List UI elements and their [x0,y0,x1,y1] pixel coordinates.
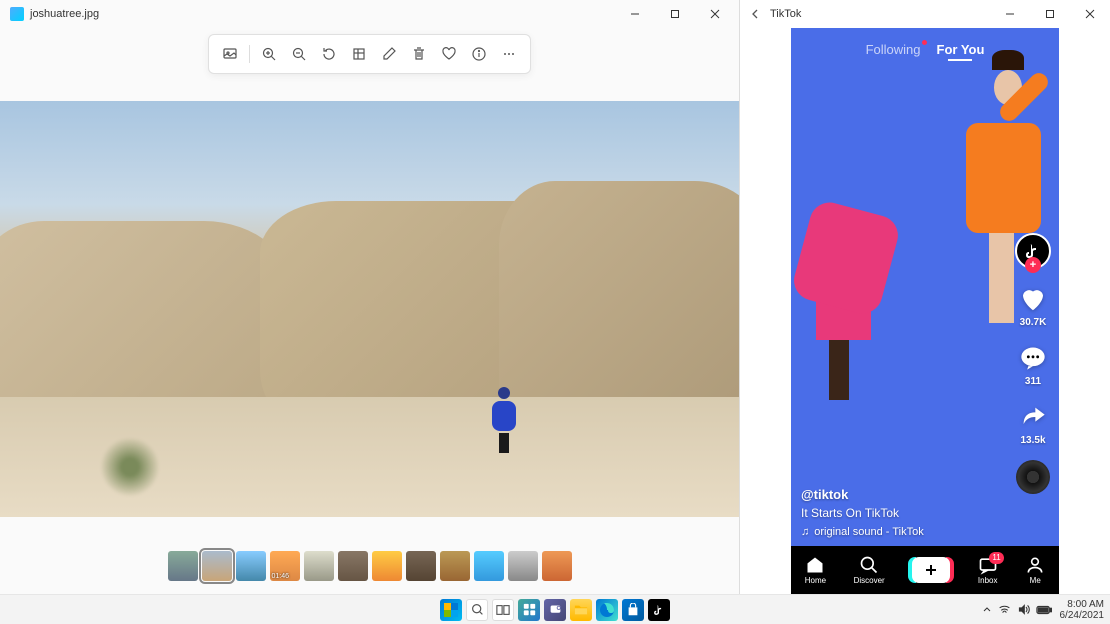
close-button[interactable] [1070,0,1110,28]
tiktok-bottom-nav: Home Discover Inbox11 Me [791,546,1059,594]
filmstrip-thumb[interactable] [372,551,402,581]
wifi-icon[interactable] [998,603,1011,616]
minimize-button[interactable] [615,0,655,28]
filmstrip-thumb[interactable] [542,551,572,581]
share-button[interactable]: 13.5k [1017,401,1049,446]
nav-discover[interactable]: Discover [854,555,885,585]
filmstrip-thumb[interactable] [202,551,232,581]
nav-me[interactable]: Me [1025,555,1045,585]
edit-icon[interactable] [374,39,404,69]
slideshow-icon[interactable] [215,39,245,69]
video-username[interactable]: @tiktok [801,487,924,502]
filmstrip-thumb[interactable] [508,551,538,581]
tiktok-window-title: TikTok [770,8,990,20]
taskbar: 8:00 AM 6/24/2021 [0,594,1110,624]
filmstrip-thumb[interactable] [406,551,436,581]
comment-count: 311 [1025,376,1041,387]
photos-toolbar [208,34,531,74]
tiktok-window: TikTok Following For You + [740,0,1110,594]
tiktok-titlebar: TikTok [740,0,1110,28]
filmstrip-thumb[interactable] [440,551,470,581]
edge-icon[interactable] [596,599,618,621]
video-caption: It Starts On TikTok [801,506,924,520]
thumb-duration: 01:46 [272,573,290,580]
delete-icon[interactable] [404,39,434,69]
rotate-icon[interactable] [314,39,344,69]
photos-window-title: joshuatree.jpg [30,8,615,20]
photo-viewport[interactable] [0,101,739,517]
music-note-icon: ♫ [801,526,809,538]
taskbar-search-icon[interactable] [466,599,488,621]
system-date: 6/24/2021 [1060,610,1105,621]
tiktok-feed[interactable]: Following For You + 30.7K [791,28,1059,594]
nav-create[interactable] [912,557,950,583]
heart-icon [1017,283,1049,315]
minimize-button[interactable] [990,0,1030,28]
crop-icon[interactable] [344,39,374,69]
widgets-icon[interactable] [518,599,540,621]
system-clock[interactable]: 8:00 AM 6/24/2021 [1060,599,1105,621]
nav-inbox[interactable]: Inbox11 [978,555,998,585]
system-time: 8:00 AM [1067,599,1104,610]
like-count: 30.7K [1020,317,1047,328]
more-icon[interactable] [494,39,524,69]
volume-icon[interactable] [1017,603,1030,616]
battery-icon[interactable] [1036,605,1052,615]
store-icon[interactable] [622,599,644,621]
filmstrip-thumb[interactable]: 01:46 [270,551,300,581]
profile-avatar[interactable]: + [1015,233,1051,269]
comment-button[interactable]: 311 [1017,342,1049,387]
zoom-in-icon[interactable] [254,39,284,69]
inbox-badge: 11 [989,552,1003,564]
info-icon[interactable] [464,39,494,69]
tab-following[interactable]: Following [866,42,921,57]
filmstrip: 01:46 [0,538,739,594]
disc-icon [1016,460,1050,494]
start-button[interactable] [440,599,462,621]
sound-disc[interactable] [1016,460,1050,494]
filmstrip-thumb[interactable] [474,551,504,581]
like-button[interactable]: 30.7K [1017,283,1049,328]
video-sound[interactable]: ♫original sound - TikTok [801,526,924,538]
maximize-button[interactable] [655,0,695,28]
photos-app-icon [10,7,24,21]
photos-window: joshuatree.jpg [0,0,740,594]
back-button[interactable] [740,0,770,28]
share-count: 13.5k [1020,435,1045,446]
tray-chevron-icon[interactable] [982,605,992,615]
share-icon [1017,401,1049,433]
photos-titlebar: joshuatree.jpg [0,0,739,28]
filmstrip-thumb[interactable] [168,551,198,581]
favorite-icon[interactable] [434,39,464,69]
close-button[interactable] [695,0,735,28]
zoom-out-icon[interactable] [284,39,314,69]
taskbar-tiktok-icon[interactable] [648,599,670,621]
nav-home[interactable]: Home [805,555,826,585]
follow-plus-icon[interactable]: + [1025,257,1041,273]
filmstrip-thumb[interactable] [338,551,368,581]
taskview-icon[interactable] [492,599,514,621]
file-explorer-icon[interactable] [570,599,592,621]
comment-icon [1017,342,1049,374]
notification-dot [922,40,927,45]
filmstrip-thumb[interactable] [304,551,334,581]
filmstrip-thumb[interactable] [236,551,266,581]
tab-foryou[interactable]: For You [937,42,985,57]
chat-icon[interactable] [544,599,566,621]
maximize-button[interactable] [1030,0,1070,28]
